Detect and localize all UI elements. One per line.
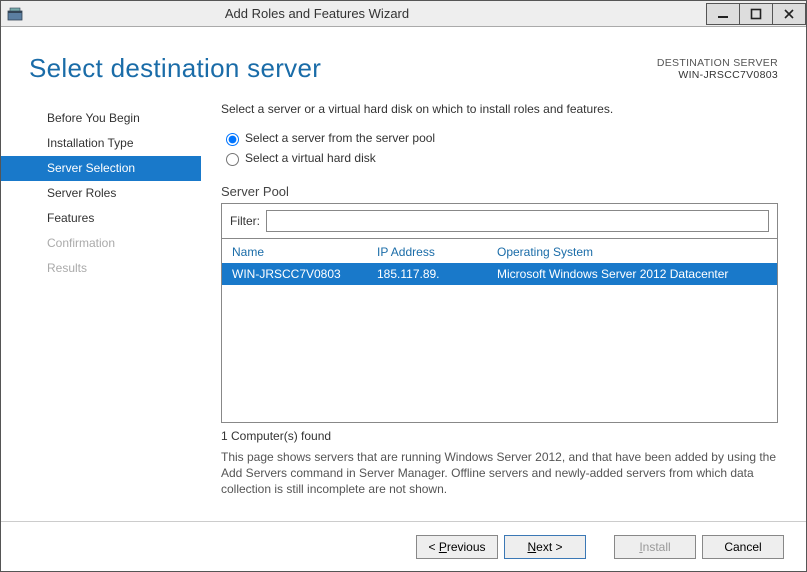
server-row-os: Microsoft Windows Server 2012 Datacenter	[497, 267, 767, 281]
sidebar-item-server-roles[interactable]: Server Roles	[1, 181, 201, 206]
column-os[interactable]: Operating System	[497, 245, 767, 259]
radio-server-pool-input[interactable]	[226, 133, 239, 146]
previous-button[interactable]: < Previous	[416, 535, 498, 559]
titlebar: Add Roles and Features Wizard	[1, 1, 806, 27]
install-button: Install	[614, 535, 696, 559]
maximize-button[interactable]	[739, 3, 773, 25]
minimize-button[interactable]	[706, 3, 740, 25]
next-button[interactable]: Next >	[504, 535, 586, 559]
server-row[interactable]: WIN-JRSCC7V0803 185.117.89. Microsoft Wi…	[222, 263, 777, 285]
radio-server-pool-label: Select a server from the server pool	[245, 131, 435, 145]
sidebar-item-features[interactable]: Features	[1, 206, 201, 231]
filter-input[interactable]	[266, 210, 769, 232]
close-button[interactable]	[772, 3, 806, 25]
server-rows-empty	[222, 285, 777, 422]
sidebar-item-results: Results	[1, 256, 201, 281]
help-text: This page shows servers that are running…	[221, 449, 778, 498]
column-headers: Name IP Address Operating System	[222, 239, 777, 263]
radio-server-pool[interactable]: Select a server from the server pool	[221, 130, 778, 146]
cancel-button[interactable]: Cancel	[702, 535, 784, 559]
sidebar-item-installation-type[interactable]: Installation Type	[1, 131, 201, 156]
column-ip[interactable]: IP Address	[377, 245, 497, 259]
filter-label: Filter:	[230, 214, 260, 228]
destination-server: WIN-JRSCC7V0803	[657, 69, 778, 81]
wizard-sidebar: Before You Begin Installation Type Serve…	[1, 102, 201, 521]
sidebar-item-before-you-begin[interactable]: Before You Begin	[1, 106, 201, 131]
instruction-text: Select a server or a virtual hard disk o…	[221, 102, 778, 116]
server-pool-box: Filter: Name IP Address Operating System…	[221, 203, 778, 423]
sidebar-item-server-selection[interactable]: Server Selection	[1, 156, 201, 181]
radio-vhd-label: Select a virtual hard disk	[245, 151, 376, 165]
computers-found-text: 1 Computer(s) found	[221, 429, 778, 443]
radio-vhd[interactable]: Select a virtual hard disk	[221, 150, 778, 166]
destination-label: DESTINATION SERVER	[657, 57, 778, 69]
radio-vhd-input[interactable]	[226, 153, 239, 166]
sidebar-item-confirmation: Confirmation	[1, 231, 201, 256]
server-row-ip: 185.117.89.	[377, 267, 497, 281]
server-pool-label: Server Pool	[221, 184, 778, 199]
destination-box: DESTINATION SERVER WIN-JRSCC7V0803	[657, 53, 778, 81]
column-name[interactable]: Name	[232, 245, 377, 259]
page-title: Select destination server	[29, 53, 321, 84]
server-row-name: WIN-JRSCC7V0803	[232, 267, 377, 281]
window-title: Add Roles and Features Wizard	[0, 6, 707, 21]
footer: < Previous Next > Install Cancel	[1, 521, 806, 571]
